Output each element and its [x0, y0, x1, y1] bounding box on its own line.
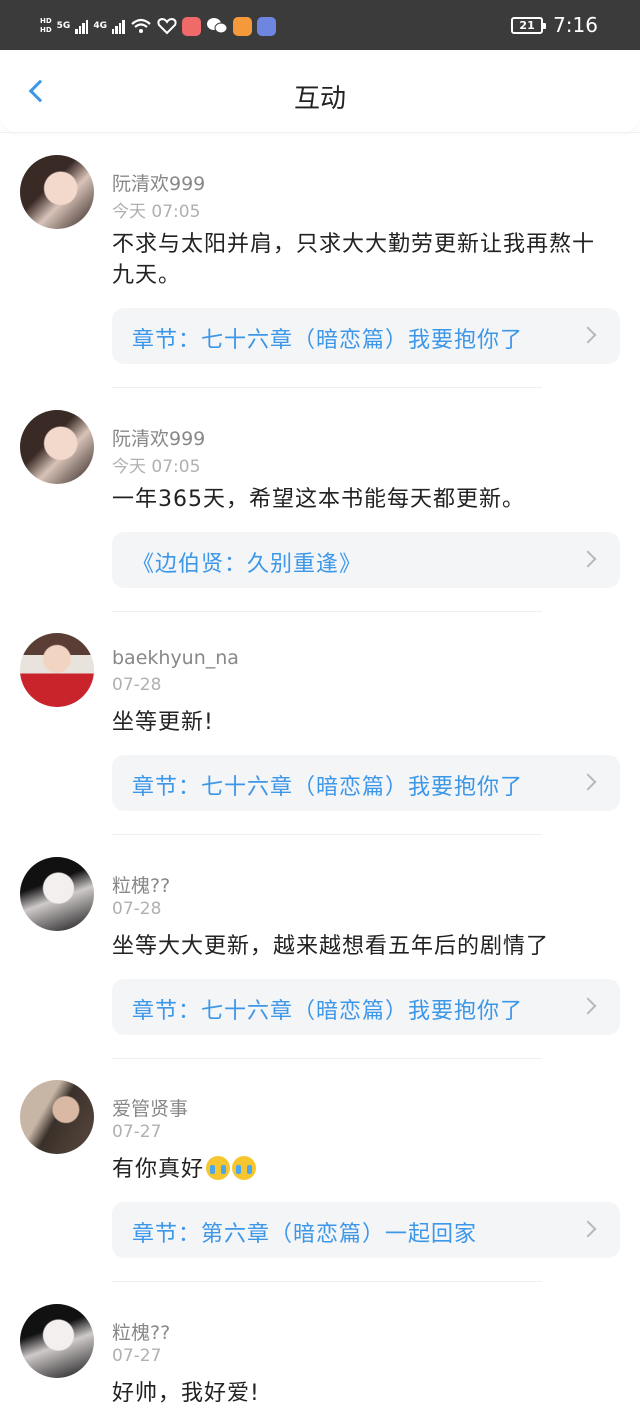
hd-label-1: HD — [40, 17, 52, 25]
divider — [112, 611, 542, 612]
music-app-icon — [256, 16, 276, 36]
timestamp: 07-28 — [112, 899, 162, 919]
clock: 7:16 — [553, 13, 598, 37]
header: 互动 — [0, 50, 640, 132]
network-type-stack: HD HD — [40, 17, 52, 35]
status-right: 21 7:16 — [511, 12, 598, 38]
chapter-title: 章节：七十六章（暗恋篇）我要抱你了 — [132, 999, 524, 1024]
video-app-icon — [232, 16, 252, 36]
wifi-icon — [131, 18, 151, 33]
timestamp: 07-28 — [112, 675, 162, 695]
comment-text: 坐等更新! — [112, 710, 214, 735]
chevron-right-icon — [579, 997, 597, 1015]
comment-text: 一年365天，希望这本书能每天都更新。 — [112, 487, 525, 512]
username[interactable]: 阮清欢999 — [112, 424, 205, 451]
username[interactable]: 粒槐?? — [112, 871, 170, 898]
chapter-link[interactable]: 章节：第六章（暗恋篇）一起回家 — [112, 1202, 620, 1258]
book-link[interactable]: 《边伯贤：久别重逢》 — [112, 532, 620, 588]
avatar[interactable] — [20, 633, 94, 707]
username[interactable]: 阮清欢999 — [112, 169, 205, 196]
avatar[interactable] — [20, 857, 94, 931]
comment-text: 坐等大大更新，越来越想看五年后的剧情了 — [112, 934, 550, 959]
network-5g-label: 5G — [56, 21, 71, 31]
signal-icon — [75, 18, 89, 34]
health-icon — [157, 17, 177, 35]
avatar[interactable] — [20, 410, 94, 484]
header-divider — [0, 132, 640, 133]
mail-app-icon — [181, 16, 201, 36]
divider — [112, 1058, 542, 1059]
battery-icon: 21 — [511, 16, 547, 34]
chapter-title: 章节：七十六章（暗恋篇）我要抱你了 — [132, 775, 524, 800]
crying-face-emoji — [232, 1156, 257, 1180]
chevron-right-icon — [579, 773, 597, 791]
timestamp: 07-27 — [112, 1122, 162, 1142]
chevron-right-icon — [579, 1220, 597, 1238]
chapter-link[interactable]: 章节：七十六章（暗恋篇）我要抱你了 — [112, 979, 620, 1035]
book-title: 《边伯贤：久别重逢》 — [132, 552, 363, 577]
divider — [112, 1281, 542, 1282]
comment-text: 不求与太阳并肩，只求大大勤劳更新让我再熬十九天。 — [112, 232, 596, 288]
chapter-link[interactable]: 章节：七十六章（暗恋篇）我要抱你了 — [112, 755, 620, 811]
status-left: HD HD 5G 4G — [40, 14, 276, 38]
crying-face-emoji — [206, 1156, 231, 1180]
chapter-title: 章节：第六章（暗恋篇）一起回家 — [132, 1222, 478, 1247]
timestamp: 今天 07:05 — [112, 202, 201, 222]
page-title: 互动 — [293, 84, 346, 114]
divider — [112, 387, 542, 388]
chevron-right-icon — [579, 550, 597, 568]
timestamp: 今天 07:05 — [112, 457, 201, 477]
network-4g-label: 4G — [93, 21, 107, 31]
wechat-icon — [206, 18, 228, 34]
chapter-title: 章节：七十六章（暗恋篇）我要抱你了 — [132, 328, 524, 353]
avatar[interactable] — [20, 1304, 94, 1378]
avatar[interactable] — [20, 1080, 94, 1154]
timestamp: 07-27 — [112, 1346, 162, 1366]
comment-text: 好帅，我好爱! — [112, 1381, 260, 1406]
username[interactable]: baekhyun_na — [112, 647, 239, 669]
chevron-right-icon — [579, 326, 597, 344]
username[interactable]: 爱管贤事 — [112, 1094, 188, 1121]
status-bar: HD HD 5G 4G 21 7:16 — [0, 0, 640, 50]
divider — [112, 834, 542, 835]
avatar[interactable] — [20, 155, 94, 229]
comment-text-row: 有你真好 — [112, 1154, 612, 1185]
hd-label-2: HD — [40, 26, 52, 34]
signal-icon-2 — [111, 18, 125, 34]
username[interactable]: 粒槐?? — [112, 1318, 170, 1345]
comment-text: 有你真好 — [112, 1157, 205, 1182]
chapter-link[interactable]: 章节：七十六章（暗恋篇）我要抱你了 — [112, 308, 620, 364]
